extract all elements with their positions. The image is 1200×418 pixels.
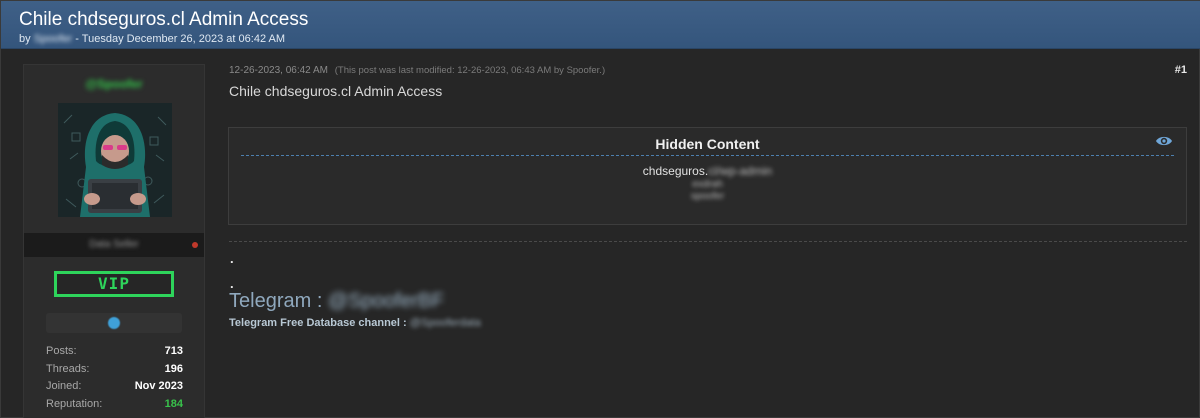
stat-joined: Joined: Nov 2023 [46, 380, 183, 398]
post-separator [229, 241, 1187, 242]
dot-line-1: . [230, 251, 234, 266]
user-postbit: @Spoofer Data Seller VIP Posts: 713 Thre… [23, 64, 205, 418]
hidden-content-box: Hidden Content chdseguros.cl/wp-admin ex… [228, 127, 1187, 225]
hidden-content-title: Hidden Content [655, 136, 760, 152]
thread-date: - Tuesday December 26, 2023 at 06:42 AM [75, 33, 286, 45]
dot-line-2: . [230, 276, 234, 291]
stat-label: Threads: [46, 362, 90, 375]
user-title-bar: Data Seller [24, 233, 204, 257]
telegram-handle-link[interactable]: @SpooferBF [328, 290, 444, 312]
post-subject: Chile chdseguros.cl Admin Access [229, 83, 443, 99]
telegram-channel-line: Telegram Free Database channel : @Spoofe… [229, 317, 481, 329]
thread-page: Chile chdseguros.cl Admin Access by Spoo… [0, 0, 1200, 418]
post-timestamp: 12-26-2023, 06:42 AM [229, 65, 328, 76]
stat-value: 196 [164, 362, 183, 375]
stat-posts: Posts: 713 [46, 345, 183, 363]
reputation-link[interactable]: 184 [165, 398, 183, 416]
telegram-channel-label: Telegram Free Database channel : [229, 317, 407, 329]
user-title: Data Seller [89, 239, 139, 250]
stat-value: Nov 2023 [134, 380, 183, 392]
thread-author-link[interactable]: Spoofer [34, 33, 73, 45]
postbit-username[interactable]: @Spoofer [24, 77, 204, 91]
telegram-line: Telegram : @SpooferBF [229, 290, 444, 313]
hidden-url-blurred: cl/wp-admin [708, 164, 773, 178]
eye-icon[interactable] [1155, 134, 1173, 148]
thread-meta: by Spoofer - Tuesday December 26, 2023 a… [19, 33, 1200, 45]
awards-bar [46, 313, 182, 333]
hidden-line-user: exdrah [692, 179, 723, 190]
telegram-channel-link[interactable]: @Spooferdata [410, 317, 481, 329]
avatar[interactable] [58, 103, 172, 217]
stat-threads: Threads: 196 [46, 363, 183, 381]
telegram-label: Telegram : [229, 290, 323, 312]
stat-label: Joined: [46, 380, 82, 392]
offline-status-icon [192, 242, 198, 248]
award-icon[interactable] [108, 317, 120, 329]
thread-header: Chile chdseguros.cl Admin Access by Spoo… [1, 1, 1200, 49]
post-edited-note: (This post was last modified: 12-26-2023… [334, 65, 606, 76]
thread-title: Chile chdseguros.cl Admin Access [19, 9, 309, 30]
hidden-url-visible: chdseguros. [642, 164, 709, 178]
stat-value: 713 [164, 345, 183, 357]
stat-reputation: Reputation: 184 [46, 398, 183, 416]
stat-label: Posts: [46, 345, 77, 357]
post-number-link[interactable]: #1 [1161, 64, 1187, 76]
post-meta: 12-26-2023, 06:42 AM (This post was last… [229, 65, 605, 76]
hidden-content-separator [241, 155, 1174, 156]
by-prefix: by [19, 33, 31, 45]
vip-badge: VIP [54, 271, 174, 297]
user-stats: Posts: 713 Threads: 196 Joined: Nov 2023… [46, 345, 183, 415]
hidden-line-pass: spoofer [690, 191, 725, 202]
stat-label: Reputation: [46, 397, 103, 410]
hidden-line-url: chdseguros.cl/wp-admin [229, 164, 1186, 178]
